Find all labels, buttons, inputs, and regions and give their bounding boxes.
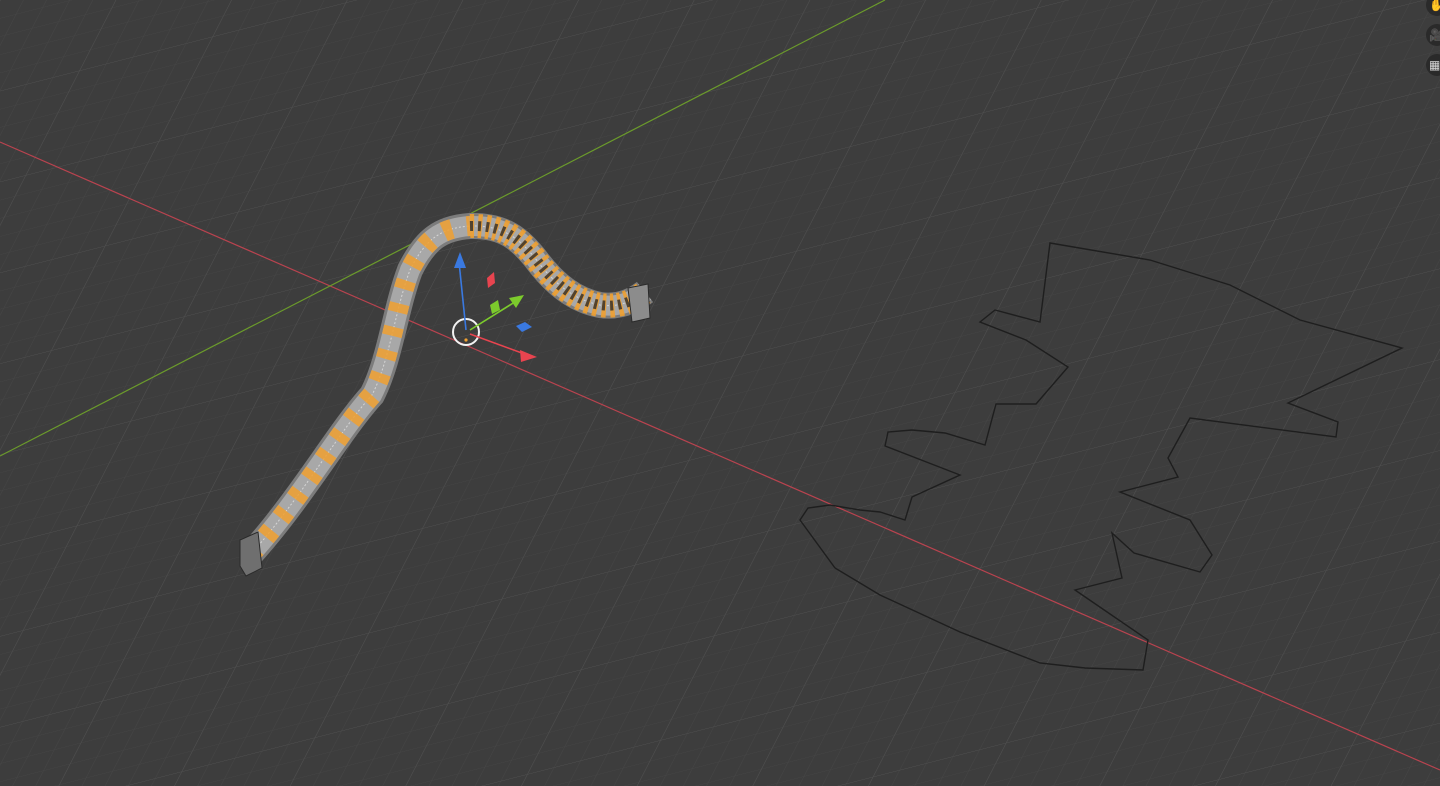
grid-icon[interactable]: ▦ xyxy=(1426,54,1440,76)
camera-icon[interactable]: 🎥 xyxy=(1426,24,1440,46)
tube-end-cap xyxy=(239,531,263,577)
floor-grid-major xyxy=(0,0,1440,786)
3d-viewport[interactable] xyxy=(0,0,1440,786)
navigation-gizmos: ✋ 🎥 ▦ xyxy=(1426,0,1440,80)
tube-end-cap-far xyxy=(627,283,651,323)
hand-icon[interactable]: ✋ xyxy=(1426,0,1440,16)
